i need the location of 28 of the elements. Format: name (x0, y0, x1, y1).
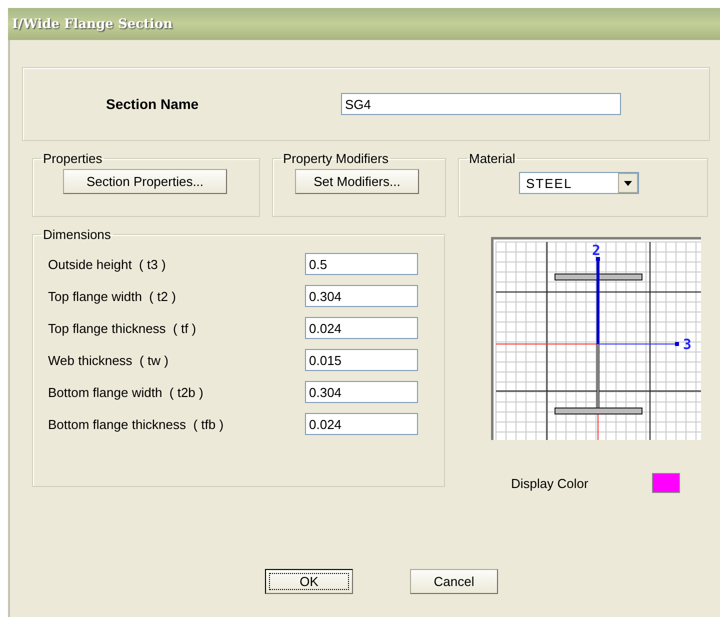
dimension-label: Bottom flange thickness ( tfb ) (47, 416, 225, 432)
dimension-field[interactable]: 0.015 (305, 349, 418, 371)
display-color-swatch[interactable] (652, 473, 680, 493)
dimension-field[interactable]: 0.304 (305, 381, 418, 403)
dimension-field[interactable]: 0.5 (305, 253, 418, 275)
group-title: Properties (42, 151, 104, 166)
dimension-label: Top flange width ( t2 ) (47, 288, 177, 304)
dimension-field[interactable]: 0.024 (305, 317, 418, 339)
axis-label: 3 (683, 337, 692, 353)
group-title: Material (468, 151, 516, 166)
section-name-field[interactable]: SG4 (341, 93, 621, 115)
dimension-field[interactable]: 0.304 (305, 285, 418, 307)
group-title: Property Modifiers (282, 151, 390, 166)
axis-label: 2 (592, 243, 600, 259)
section-name-label: Section Name (106, 96, 200, 112)
cancel-button[interactable]: Cancel (410, 569, 498, 594)
ok-button[interactable]: OK (265, 569, 353, 594)
dimension-label: Top flange thickness ( tf ) (47, 320, 198, 336)
dimension-field[interactable]: 0.024 (305, 413, 418, 435)
group-title: Dimensions (42, 227, 112, 242)
material-dropdown[interactable]: STEEL (519, 172, 639, 194)
display-color-label: Display Color (511, 476, 588, 490)
section-properties-button[interactable]: Section Properties... (63, 169, 227, 194)
window-title: I/Wide Flange Section (12, 16, 173, 32)
dimension-label: Web thickness ( tw ) (47, 352, 170, 368)
set-modifiers-button[interactable]: Set Modifiers... (295, 169, 419, 194)
dimension-label: Outside height ( t3 ) (47, 256, 167, 272)
dimension-label: Bottom flange width ( t2b ) (47, 384, 204, 400)
